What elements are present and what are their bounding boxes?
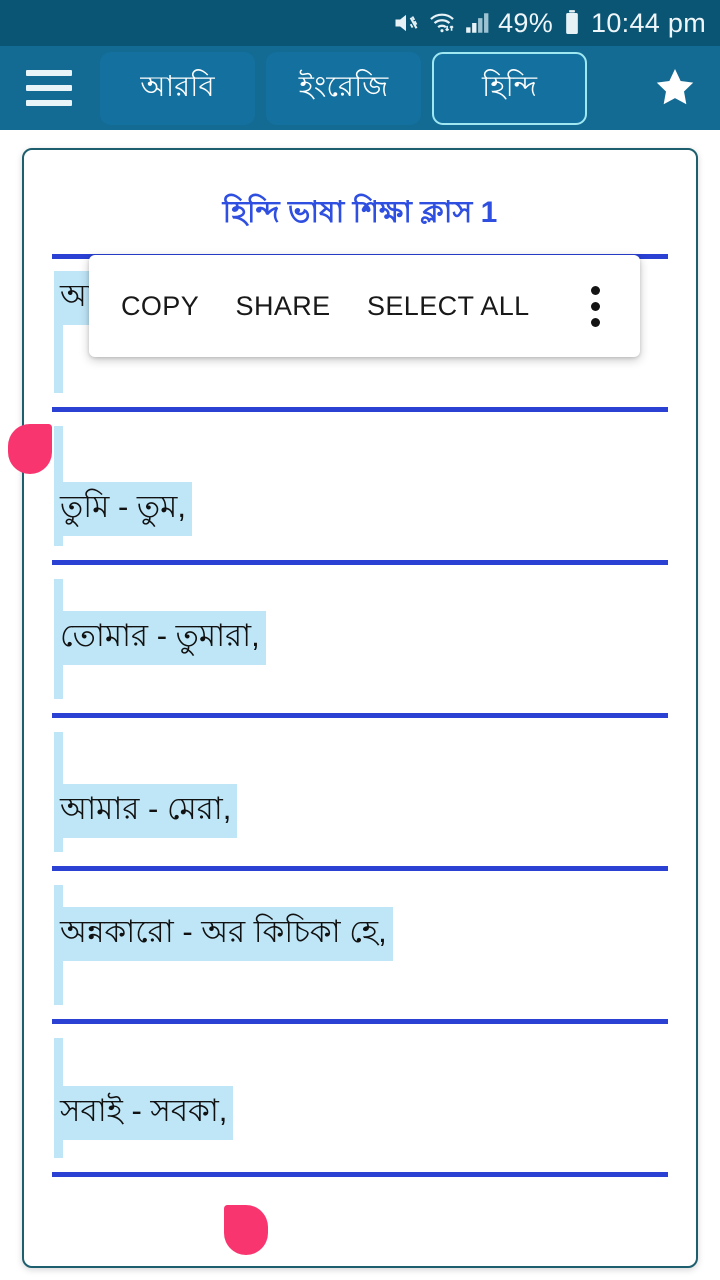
hamburger-bar xyxy=(26,100,72,106)
star-icon[interactable] xyxy=(648,61,702,115)
lesson-text: অন্নকারো - অর কিচিকা হে, xyxy=(54,907,393,961)
list-item-content: তুমি - তুম, xyxy=(54,412,666,560)
overflow-dot xyxy=(591,317,601,327)
tab-hindi[interactable]: হিন্দি xyxy=(432,51,587,125)
status-bar-icons: 49% 10:44 pm xyxy=(392,9,706,37)
select-all-button[interactable]: SELECT ALL xyxy=(367,292,530,320)
page-title: হিন্দি ভাষা শিক্ষা ক্লাস 1 xyxy=(222,196,498,229)
list-item-content: সবাই - সবকা, xyxy=(54,1024,666,1172)
tab-arabic[interactable]: আরবি xyxy=(100,51,255,125)
mute-icon xyxy=(392,9,420,37)
list-item-content: আমার - মেরা, xyxy=(54,718,666,866)
overflow-dot xyxy=(591,285,601,295)
language-tabs: আরবি ইংরেজি হিন্দি xyxy=(100,51,642,125)
list-item-content: তোমার - তুমারা, xyxy=(54,565,666,713)
tab-english[interactable]: ইংরেজি xyxy=(266,51,421,125)
lesson-text: আমার - মেরা, xyxy=(54,784,238,838)
overflow-dot xyxy=(591,301,601,311)
list-item[interactable]: আমার - মেরা, xyxy=(24,718,696,866)
lesson-list: আপনি - আপ, তুমি - তুম, তোমার - তুমারা, xyxy=(24,254,696,1177)
clock-label: 10:44 pm xyxy=(591,7,706,38)
list-divider xyxy=(52,1172,668,1177)
status-bar: 49% 10:44 pm xyxy=(0,0,720,46)
selection-handle-end[interactable] xyxy=(224,1205,268,1255)
selection-handle-start[interactable] xyxy=(8,424,52,474)
battery-icon xyxy=(561,9,583,37)
more-vertical-icon[interactable] xyxy=(574,278,618,334)
signal-icon xyxy=(464,10,490,36)
hamburger-bar xyxy=(26,70,72,76)
lesson-text: সবাই - সবকা, xyxy=(54,1086,234,1140)
copy-button[interactable]: COPY xyxy=(121,292,199,320)
share-button[interactable]: SHARE xyxy=(236,292,331,320)
hamburger-menu-icon[interactable] xyxy=(26,68,72,108)
list-item[interactable]: অন্নকারো - অর কিচিকা হে, xyxy=(24,871,696,1019)
list-item[interactable]: সবাই - সবকা, xyxy=(24,1024,696,1172)
list-item[interactable]: তোমার - তুমারা, xyxy=(24,565,696,713)
list-item[interactable]: তুমি - তুম, xyxy=(24,412,696,560)
lesson-text: তোমার - তুমারা, xyxy=(54,611,266,665)
hamburger-bar xyxy=(26,85,72,91)
battery-percent-label: 49% xyxy=(498,7,554,38)
list-item-content: অন্নকারো - অর কিচিকা হে, xyxy=(54,871,666,1019)
app-toolbar: আরবি ইংরেজি হিন্দি xyxy=(0,46,720,130)
lesson-text: তুমি - তুম, xyxy=(54,482,192,536)
text-selection-context-menu: COPY SHARE SELECT ALL xyxy=(89,255,640,357)
wifi-icon xyxy=(428,9,456,37)
